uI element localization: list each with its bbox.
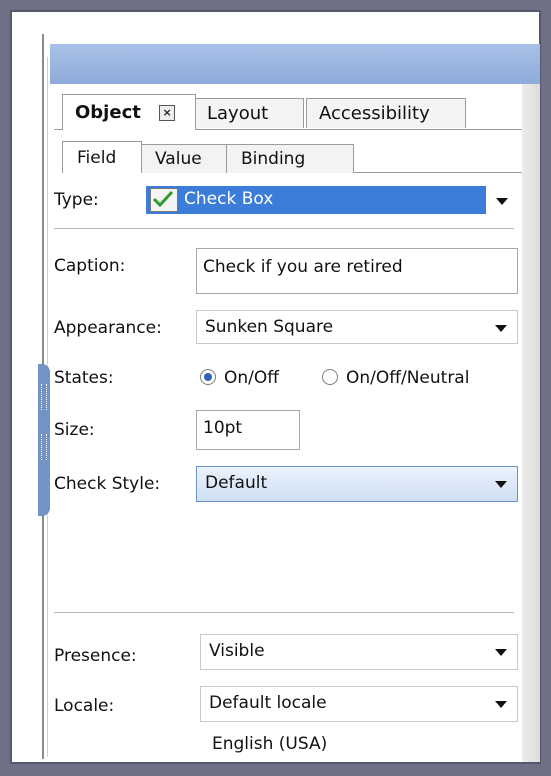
main-tab-strip: Object × Layout Accessibility [54, 94, 540, 130]
tab-field-label: Field [77, 148, 117, 168]
tab-binding[interactable]: Binding [226, 144, 354, 173]
tab-value[interactable]: Value [140, 144, 228, 173]
grip-icon [41, 434, 47, 460]
tab-accessibility-label: Accessibility [319, 103, 430, 124]
palette-scroll-area [522, 84, 540, 762]
divider [54, 612, 514, 613]
size-label: Size: [54, 420, 95, 440]
radio-selected-icon [200, 369, 216, 385]
palette-title-bar [50, 44, 540, 84]
states-option-onoff: On/Off [224, 368, 279, 388]
tab-value-label: Value [155, 149, 202, 169]
chevron-down-icon [495, 325, 507, 332]
locale-detail: English (USA) [212, 734, 328, 754]
tab-object-label: Object [75, 102, 141, 123]
sub-tab-strip: Field Value Binding [62, 141, 522, 173]
presence-label: Presence: [54, 646, 137, 666]
states-label: States: [54, 368, 114, 388]
chevron-down-icon [495, 649, 507, 656]
check-style-select[interactable]: Default [196, 466, 518, 502]
tab-object[interactable]: Object × [62, 94, 196, 130]
caption-label: Caption: [54, 256, 126, 276]
tab-layout[interactable]: Layout [194, 98, 304, 128]
checkbox-icon [150, 188, 178, 212]
tab-binding-label: Binding [241, 149, 306, 169]
presence-select[interactable]: Visible [200, 634, 518, 670]
tab-accessibility[interactable]: Accessibility [306, 98, 466, 128]
locale-value: Default locale [209, 693, 327, 713]
type-selected-value: Check Box [146, 186, 486, 214]
tab-layout-label: Layout [207, 103, 269, 124]
chevron-down-icon [495, 701, 507, 708]
states-radio-onoff-neutral[interactable]: On/Off/Neutral [322, 368, 469, 388]
check-style-value: Default [205, 473, 268, 493]
radio-icon [322, 369, 338, 385]
grip-icon [41, 384, 47, 410]
locale-select[interactable]: Default locale [200, 686, 518, 722]
object-palette: Object × Layout Accessibility Field Valu… [50, 44, 540, 762]
chevron-down-icon [495, 481, 507, 488]
divider [54, 228, 514, 229]
window-frame: Object × Layout Accessibility Field Valu… [10, 10, 541, 764]
close-icon[interactable]: × [159, 105, 176, 121]
size-input[interactable]: 10pt [196, 410, 300, 450]
type-value: Check Box [184, 189, 274, 209]
locale-label: Locale: [54, 696, 115, 716]
caption-input[interactable]: Check if you are retired [196, 248, 518, 294]
tab-field[interactable]: Field [62, 141, 142, 173]
appearance-select[interactable]: Sunken Square [196, 310, 518, 344]
states-option-onoff-neutral: On/Off/Neutral [346, 368, 470, 388]
appearance-value: Sunken Square [205, 317, 334, 337]
appearance-label: Appearance: [54, 318, 162, 338]
type-select[interactable]: Check Box [146, 184, 518, 218]
panel-splitter-handle[interactable] [38, 364, 50, 516]
presence-value: Visible [209, 641, 265, 661]
states-radio-onoff[interactable]: On/Off [200, 368, 279, 388]
check-style-label: Check Style: [54, 474, 161, 494]
type-label: Type: [54, 190, 99, 210]
chevron-down-icon [496, 198, 508, 205]
